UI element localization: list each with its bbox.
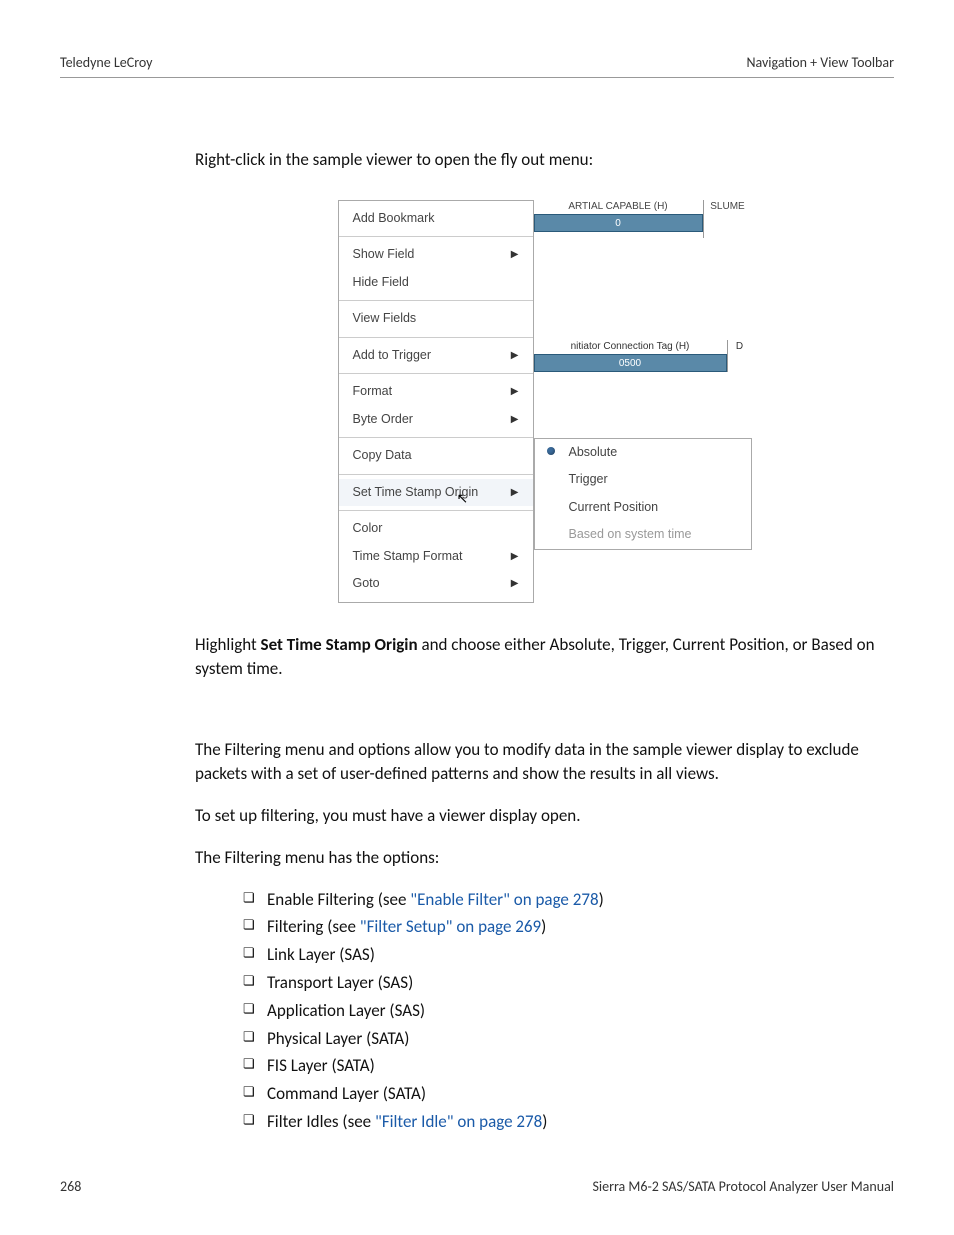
menu-show-field[interactable]: Show Field▶ <box>339 241 533 269</box>
menu-add-bookmark[interactable]: Add Bookmark <box>339 205 533 233</box>
bg-col-header: nitiator Connection Tag (H) <box>534 340 727 354</box>
background-viewer: ARTIAL CAPABLE (H) 0 SLUME nitiator Conn… <box>534 200 752 603</box>
chevron-right-icon: ▶ <box>511 550 519 564</box>
list-item: Application Layer (SAS) <box>243 999 894 1023</box>
list-item: Transport Layer (SAS) <box>243 971 894 995</box>
page-header: Teledyne LeCroy Navigation + View Toolba… <box>60 54 894 78</box>
bg-cell-value: 0500 <box>534 354 727 372</box>
list-item: Link Layer (SAS) <box>243 943 894 967</box>
chevron-right-icon: ▶ <box>511 248 519 262</box>
menu-set-time-stamp-origin[interactable]: Set Time Stamp Origin ▶ ↖ <box>339 479 533 507</box>
list-item: FIS Layer (SATA) <box>243 1054 894 1078</box>
list-item: Enable Filtering (see "Enable Filter" on… <box>243 888 894 912</box>
menu-time-stamp-format[interactable]: Time Stamp Format▶ <box>339 543 533 571</box>
menu-copy-data[interactable]: Copy Data <box>339 442 533 470</box>
list-item: Command Layer (SATA) <box>243 1082 894 1106</box>
header-right: Navigation + View Toolbar <box>746 54 894 71</box>
menu-format[interactable]: Format▶ <box>339 378 533 406</box>
filtering-p3: The Filtering menu has the options: <box>195 846 894 870</box>
submenu-based-on-system-time[interactable]: Based on system time <box>535 521 751 549</box>
filtering-p1: The Filtering menu and options allow you… <box>195 738 894 786</box>
menu-color[interactable]: Color <box>339 515 533 543</box>
submenu-trigger[interactable]: Trigger <box>535 466 751 494</box>
bg-mid-row: nitiator Connection Tag (H) 0500 D <box>534 340 752 372</box>
list-item: Filter Idles (see "Filter Idle" on page … <box>243 1110 894 1134</box>
link-enable-filter[interactable]: "Enable Filter" on page 278 <box>410 889 598 910</box>
chevron-right-icon: ▶ <box>511 577 519 591</box>
chevron-right-icon: ▶ <box>511 486 519 500</box>
filtering-p2: To set up filtering, you must have a vie… <box>195 804 894 828</box>
page-number: 268 <box>60 1178 81 1195</box>
list-item: Filtering (see "Filter Setup" on page 26… <box>243 915 894 939</box>
menu-hide-field[interactable]: Hide Field <box>339 269 533 297</box>
footer-title: Sierra M6-2 SAS/SATA Protocol Analyzer U… <box>592 1178 894 1195</box>
bg-top-row: ARTIAL CAPABLE (H) 0 SLUME <box>534 200 752 238</box>
bg-col-header: D <box>728 340 752 354</box>
menu-goto[interactable]: Goto▶ <box>339 570 533 598</box>
radio-selected-icon <box>547 447 555 455</box>
link-filter-setup[interactable]: "Filter Setup" on page 269 <box>360 916 541 937</box>
list-item: Physical Layer (SATA) <box>243 1027 894 1051</box>
chevron-right-icon: ▶ <box>511 385 519 399</box>
context-menu: Add Bookmark Show Field▶ Hide Field View… <box>338 200 534 603</box>
submenu-current-position[interactable]: Current Position <box>535 494 751 522</box>
menu-add-to-trigger[interactable]: Add to Trigger▶ <box>339 342 533 370</box>
after-figure-text: Highlight Set Time Stamp Origin and choo… <box>195 633 894 681</box>
submenu-time-stamp-origin: Absolute Trigger Current Position Based … <box>534 438 752 550</box>
bg-col-header: ARTIAL CAPABLE (H) <box>534 200 703 214</box>
intro-text: Right-click in the sample viewer to open… <box>195 148 894 172</box>
context-menu-figure: Add Bookmark Show Field▶ Hide Field View… <box>195 200 894 603</box>
chevron-right-icon: ▶ <box>511 349 519 363</box>
link-filter-idle[interactable]: "Filter Idle" on page 278 <box>375 1111 542 1132</box>
chevron-right-icon: ▶ <box>511 413 519 427</box>
filtering-options-list: Enable Filtering (see "Enable Filter" on… <box>243 888 894 1134</box>
bg-cell-value: 0 <box>534 214 703 232</box>
page-footer: 268 Sierra M6-2 SAS/SATA Protocol Analyz… <box>60 1178 894 1195</box>
menu-view-fields[interactable]: View Fields <box>339 305 533 333</box>
bg-col-header: SLUME <box>704 200 752 214</box>
header-left: Teledyne LeCroy <box>60 54 153 71</box>
menu-byte-order[interactable]: Byte Order▶ <box>339 406 533 434</box>
submenu-absolute[interactable]: Absolute <box>535 439 751 467</box>
